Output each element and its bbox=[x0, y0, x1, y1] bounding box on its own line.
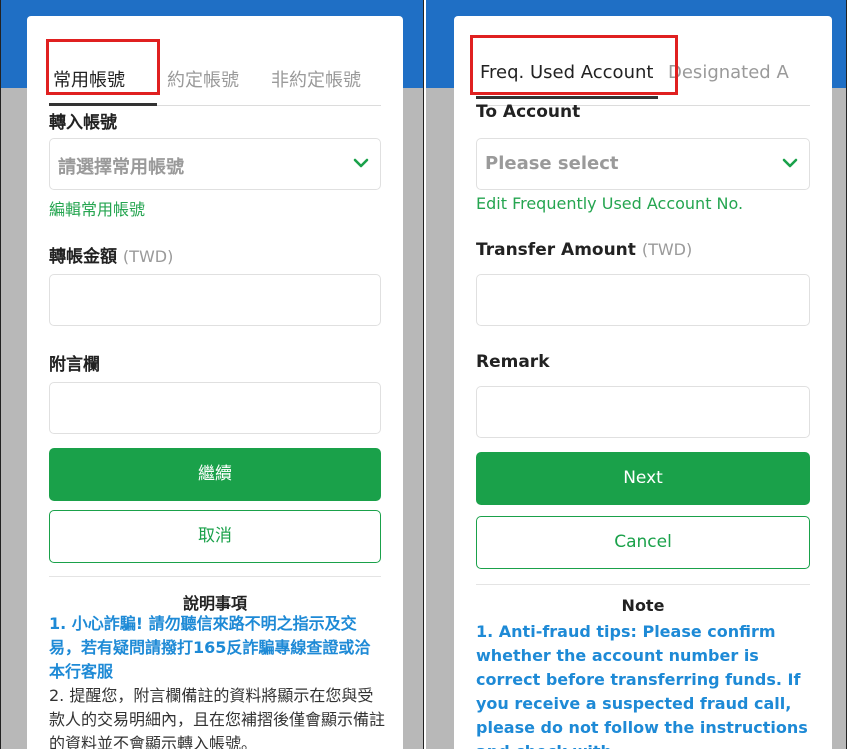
remark-label: Remark bbox=[476, 352, 550, 372]
next-button[interactable]: Next bbox=[476, 452, 810, 505]
highlight-box bbox=[46, 39, 160, 95]
to-account-label: To Account bbox=[476, 102, 581, 122]
chevron-down-icon bbox=[781, 155, 799, 174]
transfer-form-card: 常用帳號 約定帳號 非約定帳號 轉入帳號 請選擇常用帳號 編輯常用帳號 轉帳金額… bbox=[27, 16, 403, 749]
note-body: 1. 小心詐騙! 請勿聽信來路不明之指示及交易，若有疑問請撥打165反詐騙專線查… bbox=[49, 612, 385, 749]
to-account-placeholder: 請選擇常用帳號 bbox=[58, 157, 184, 178]
transfer-amount-label: 轉帳金額 (TWD) bbox=[49, 242, 173, 267]
to-account-label: 轉入帳號 bbox=[49, 113, 117, 133]
note-item-1: 1. Anti-fraud tips: Please confirm wheth… bbox=[476, 622, 808, 749]
edit-frequent-account-link[interactable]: 編輯常用帳號 bbox=[49, 196, 145, 220]
to-account-select[interactable]: Please select bbox=[476, 138, 810, 190]
active-tab-indicator bbox=[476, 96, 658, 99]
cancel-button[interactable]: Cancel bbox=[476, 516, 810, 569]
edit-frequent-account-link[interactable]: Edit Frequently Used Account No. bbox=[476, 194, 743, 213]
note-item-1: 1. 小心詐騙! 請勿聽信來路不明之指示及交易，若有疑問請撥打165反詐騙專線查… bbox=[49, 614, 371, 681]
currency-unit: (TWD) bbox=[122, 247, 174, 266]
chevron-down-icon bbox=[352, 155, 370, 174]
transfer-amount-input[interactable] bbox=[49, 274, 381, 326]
divider bbox=[476, 584, 810, 585]
highlight-box bbox=[470, 35, 678, 95]
note-title: 說明事項 bbox=[182, 594, 247, 613]
screen-english: Freq. Used Account Designated A To Accou… bbox=[426, 0, 847, 749]
currency-unit: (TWD) bbox=[641, 240, 693, 259]
note-item-2: 2. 提醒您，附言欄備註的資料將顯示在您與受款人的交易明細內，且在您補摺後僅會顯… bbox=[49, 686, 386, 749]
cancel-button[interactable]: 取消 bbox=[49, 510, 381, 563]
divider bbox=[49, 576, 381, 577]
transfer-amount-input[interactable] bbox=[476, 274, 810, 326]
transfer-amount-label-text: 轉帳金額 bbox=[49, 247, 117, 267]
to-account-select[interactable]: 請選擇常用帳號 bbox=[49, 138, 381, 190]
active-tab-indicator bbox=[49, 103, 157, 106]
screen-chinese: 常用帳號 約定帳號 非約定帳號 轉入帳號 請選擇常用帳號 編輯常用帳號 轉帳金額… bbox=[0, 0, 424, 749]
transfer-form-card: Freq. Used Account Designated A To Accou… bbox=[454, 16, 832, 749]
tab-designated-account[interactable]: 約定帳號 bbox=[167, 66, 239, 92]
remark-label: 附言欄 bbox=[49, 355, 100, 375]
note-body: 1. Anti-fraud tips: Please confirm wheth… bbox=[476, 620, 814, 749]
remark-input[interactable] bbox=[476, 386, 810, 438]
transfer-amount-label-text: Transfer Amount bbox=[476, 240, 636, 260]
tab-designated-account[interactable]: Designated A bbox=[668, 62, 789, 83]
transfer-amount-label: Transfer Amount (TWD) bbox=[476, 240, 692, 260]
next-button[interactable]: 繼續 bbox=[49, 448, 381, 501]
tab-non-designated-account[interactable]: 非約定帳號 bbox=[271, 66, 361, 92]
remark-input[interactable] bbox=[49, 382, 381, 434]
to-account-placeholder: Please select bbox=[485, 153, 619, 174]
note-title: Note bbox=[621, 596, 665, 615]
